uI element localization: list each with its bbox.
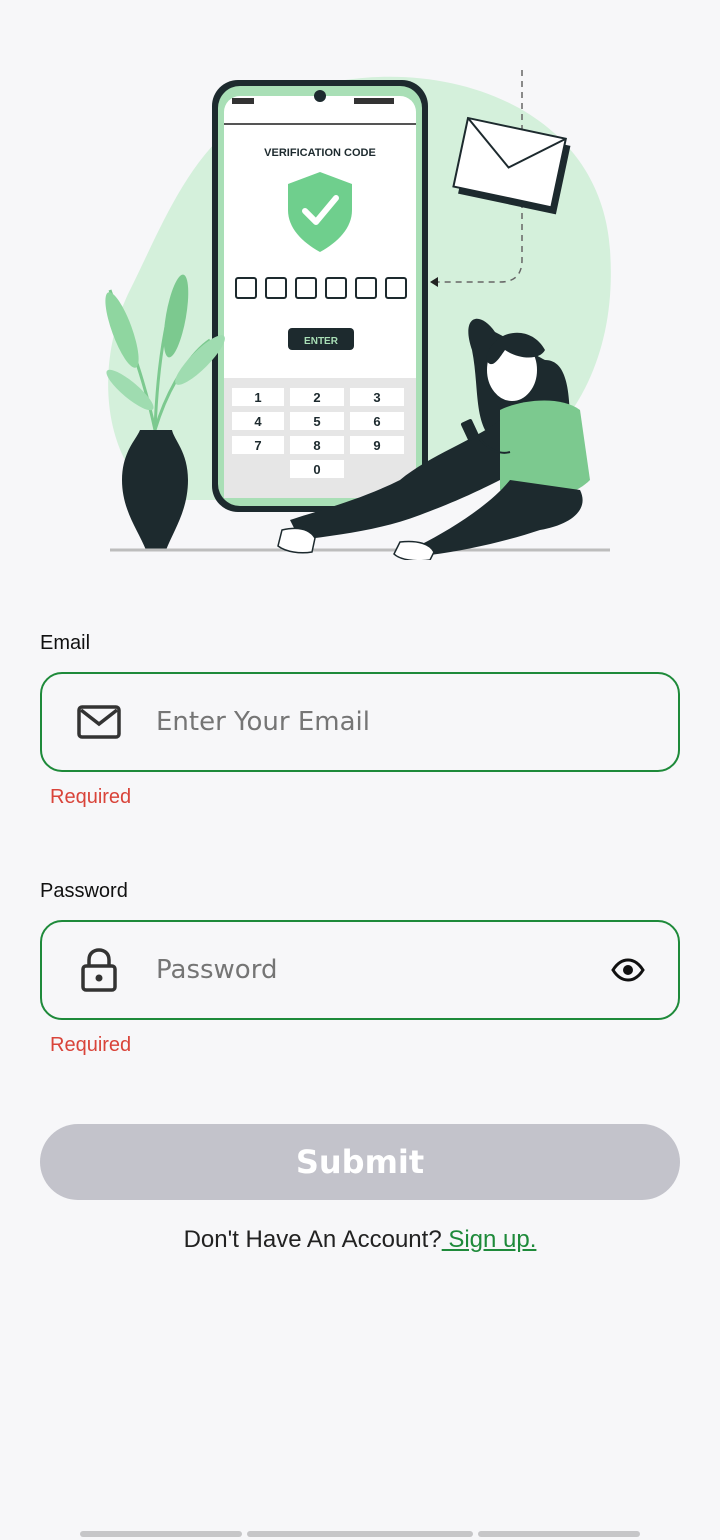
- password-error-text: Required: [50, 1034, 132, 1056]
- svg-text:9: 9: [373, 438, 380, 453]
- nav-bar-segment: [247, 1531, 473, 1537]
- mail-icon: [76, 699, 122, 745]
- phone-graphic: VERIFICATION CODE ENTER 1 2 3 4 5 6 7 8 …: [212, 80, 428, 512]
- password-input[interactable]: [156, 955, 608, 985]
- verification-illustration: VERIFICATION CODE ENTER 1 2 3 4 5 6 7 8 …: [105, 70, 611, 560]
- signup-link[interactable]: Sign up.: [442, 1226, 536, 1253]
- nav-bar-segment: [478, 1531, 640, 1537]
- submit-button[interactable]: Submit: [40, 1124, 680, 1200]
- svg-text:2: 2: [313, 390, 320, 405]
- svg-text:6: 6: [373, 414, 380, 429]
- email-label: Email: [40, 632, 91, 654]
- email-field[interactable]: [40, 672, 680, 772]
- show-password-eye-icon[interactable]: [608, 950, 648, 990]
- email-input[interactable]: [156, 707, 678, 737]
- svg-text:5: 5: [313, 414, 320, 429]
- login-screen: VERIFICATION CODE ENTER 1 2 3 4 5 6 7 8 …: [0, 0, 720, 1540]
- password-label: Password: [40, 880, 128, 902]
- svg-text:3: 3: [373, 390, 380, 405]
- signup-prompt: Don't Have An Account?: [183, 1226, 442, 1253]
- signup-row: Don't Have An Account? Sign up.: [0, 1226, 720, 1254]
- nav-bar-segment: [80, 1531, 242, 1537]
- password-field[interactable]: [40, 920, 680, 1020]
- phone-header-text: VERIFICATION CODE: [264, 147, 376, 159]
- svg-text:8: 8: [313, 438, 320, 453]
- svg-text:ENTER: ENTER: [304, 336, 339, 347]
- svg-text:4: 4: [254, 414, 262, 429]
- lock-icon: [76, 947, 122, 993]
- email-error-text: Required: [50, 786, 132, 808]
- svg-text:1: 1: [254, 390, 261, 405]
- svg-text:0: 0: [313, 462, 320, 477]
- svg-text:7: 7: [254, 438, 261, 453]
